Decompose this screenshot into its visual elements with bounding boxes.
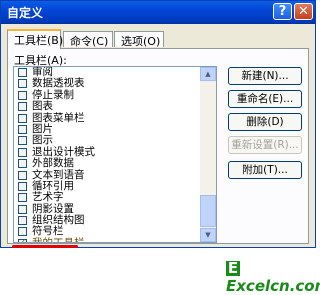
toolbar-item-label: 数据透视表	[32, 77, 85, 90]
title-bar[interactable]: 自定义 ? ✕	[1, 1, 315, 24]
checkbox-icon[interactable]	[18, 193, 27, 203]
toolbar-item-label: 图片	[32, 122, 53, 135]
checkbox-icon[interactable]	[18, 147, 27, 157]
checkbox-icon[interactable]	[18, 170, 27, 180]
checkbox-icon[interactable]	[18, 79, 27, 89]
checkbox-icon[interactable]	[18, 136, 27, 146]
checkbox-icon[interactable]	[18, 159, 27, 169]
checkbox-icon[interactable]	[18, 68, 27, 77]
red-underline-annotation	[12, 245, 78, 248]
dialog-title: 自定义	[7, 6, 44, 20]
toolbar-items: 审阅 数据透视表 停止录制 图表 图表菜单栏 图片 图示 退出设计模式 外部数据 文本到语音 循环引…	[14, 67, 201, 243]
new-toolbar-button[interactable]: 新建(N)...	[228, 67, 302, 85]
checkbox-icon[interactable]	[18, 102, 27, 112]
toolbar-item-label: 停止录制	[32, 88, 74, 101]
toolbar-item-label: 艺术字	[32, 191, 64, 204]
checkbox-icon[interactable]	[18, 124, 27, 134]
vertical-scrollbar[interactable]: ▲ ▼	[200, 67, 216, 242]
watermark: EExcelcn.com	[226, 259, 320, 295]
toolbar-item-label: 外部数据	[32, 157, 74, 170]
delete-toolbar-button[interactable]: 删除(D)	[228, 113, 302, 131]
toolbar-list-item[interactable]: ✓ 我的工具栏	[14, 236, 201, 243]
toolbar-item-label: 图表菜单栏	[32, 111, 85, 124]
checkbox-icon[interactable]	[18, 90, 27, 100]
checkbox-icon[interactable]	[18, 227, 27, 237]
tab-commands[interactable]: 命令(C)	[63, 31, 113, 48]
rename-toolbar-button[interactable]: 重命名(E)...	[228, 90, 302, 108]
toolbars-listbox[interactable]: 审阅 数据透视表 停止录制 图表 图表菜单栏 图片 图示 退出设计模式 外部数据 文本到语音 循环引…	[13, 66, 217, 243]
toolbar-item-label: 退出设计模式	[32, 145, 95, 158]
reset-toolbar-button: 重新设置(R)...	[228, 136, 302, 154]
toolbar-item-label: 文本到语音	[32, 168, 85, 181]
help-button[interactable]: ?	[273, 3, 292, 20]
checkbox-checked-icon[interactable]: ✓	[18, 238, 27, 242]
checkbox-icon[interactable]	[18, 113, 27, 123]
tab-options[interactable]: 选项(O)	[114, 31, 164, 48]
scroll-up-icon[interactable]: ▲	[200, 67, 216, 81]
toolbar-item-label: 我的工具栏	[32, 236, 85, 243]
close-button[interactable]: ✕	[294, 3, 313, 20]
toolbar-item-label: 阴影设置	[32, 202, 74, 215]
checkbox-icon[interactable]	[18, 181, 27, 191]
scroll-thumb[interactable]	[200, 195, 216, 227]
scroll-down-icon[interactable]: ▼	[200, 228, 216, 242]
tab-toolbars[interactable]: 工具栏(B)	[7, 29, 63, 49]
customize-dialog: 自定义 ? ✕ 工具栏(B) 命令(C) 选项(O) 工具栏(A): 审阅 数据透…	[0, 0, 316, 248]
checkbox-icon[interactable]	[18, 204, 27, 214]
watermark-logo-icon: E	[226, 259, 240, 277]
checkbox-icon[interactable]	[18, 216, 27, 226]
toolbars-panel: 工具栏(A): 审阅 数据透视表 停止录制 图表 图表菜单栏 图片 图示 退出设计模式 外部数据…	[7, 48, 309, 244]
attach-toolbar-button[interactable]: 附加(T)...	[228, 161, 302, 179]
toolbar-item-label: 符号栏	[32, 225, 64, 238]
toolbar-item-label: 图表	[32, 100, 53, 113]
toolbar-item-label: 图示	[32, 134, 53, 147]
